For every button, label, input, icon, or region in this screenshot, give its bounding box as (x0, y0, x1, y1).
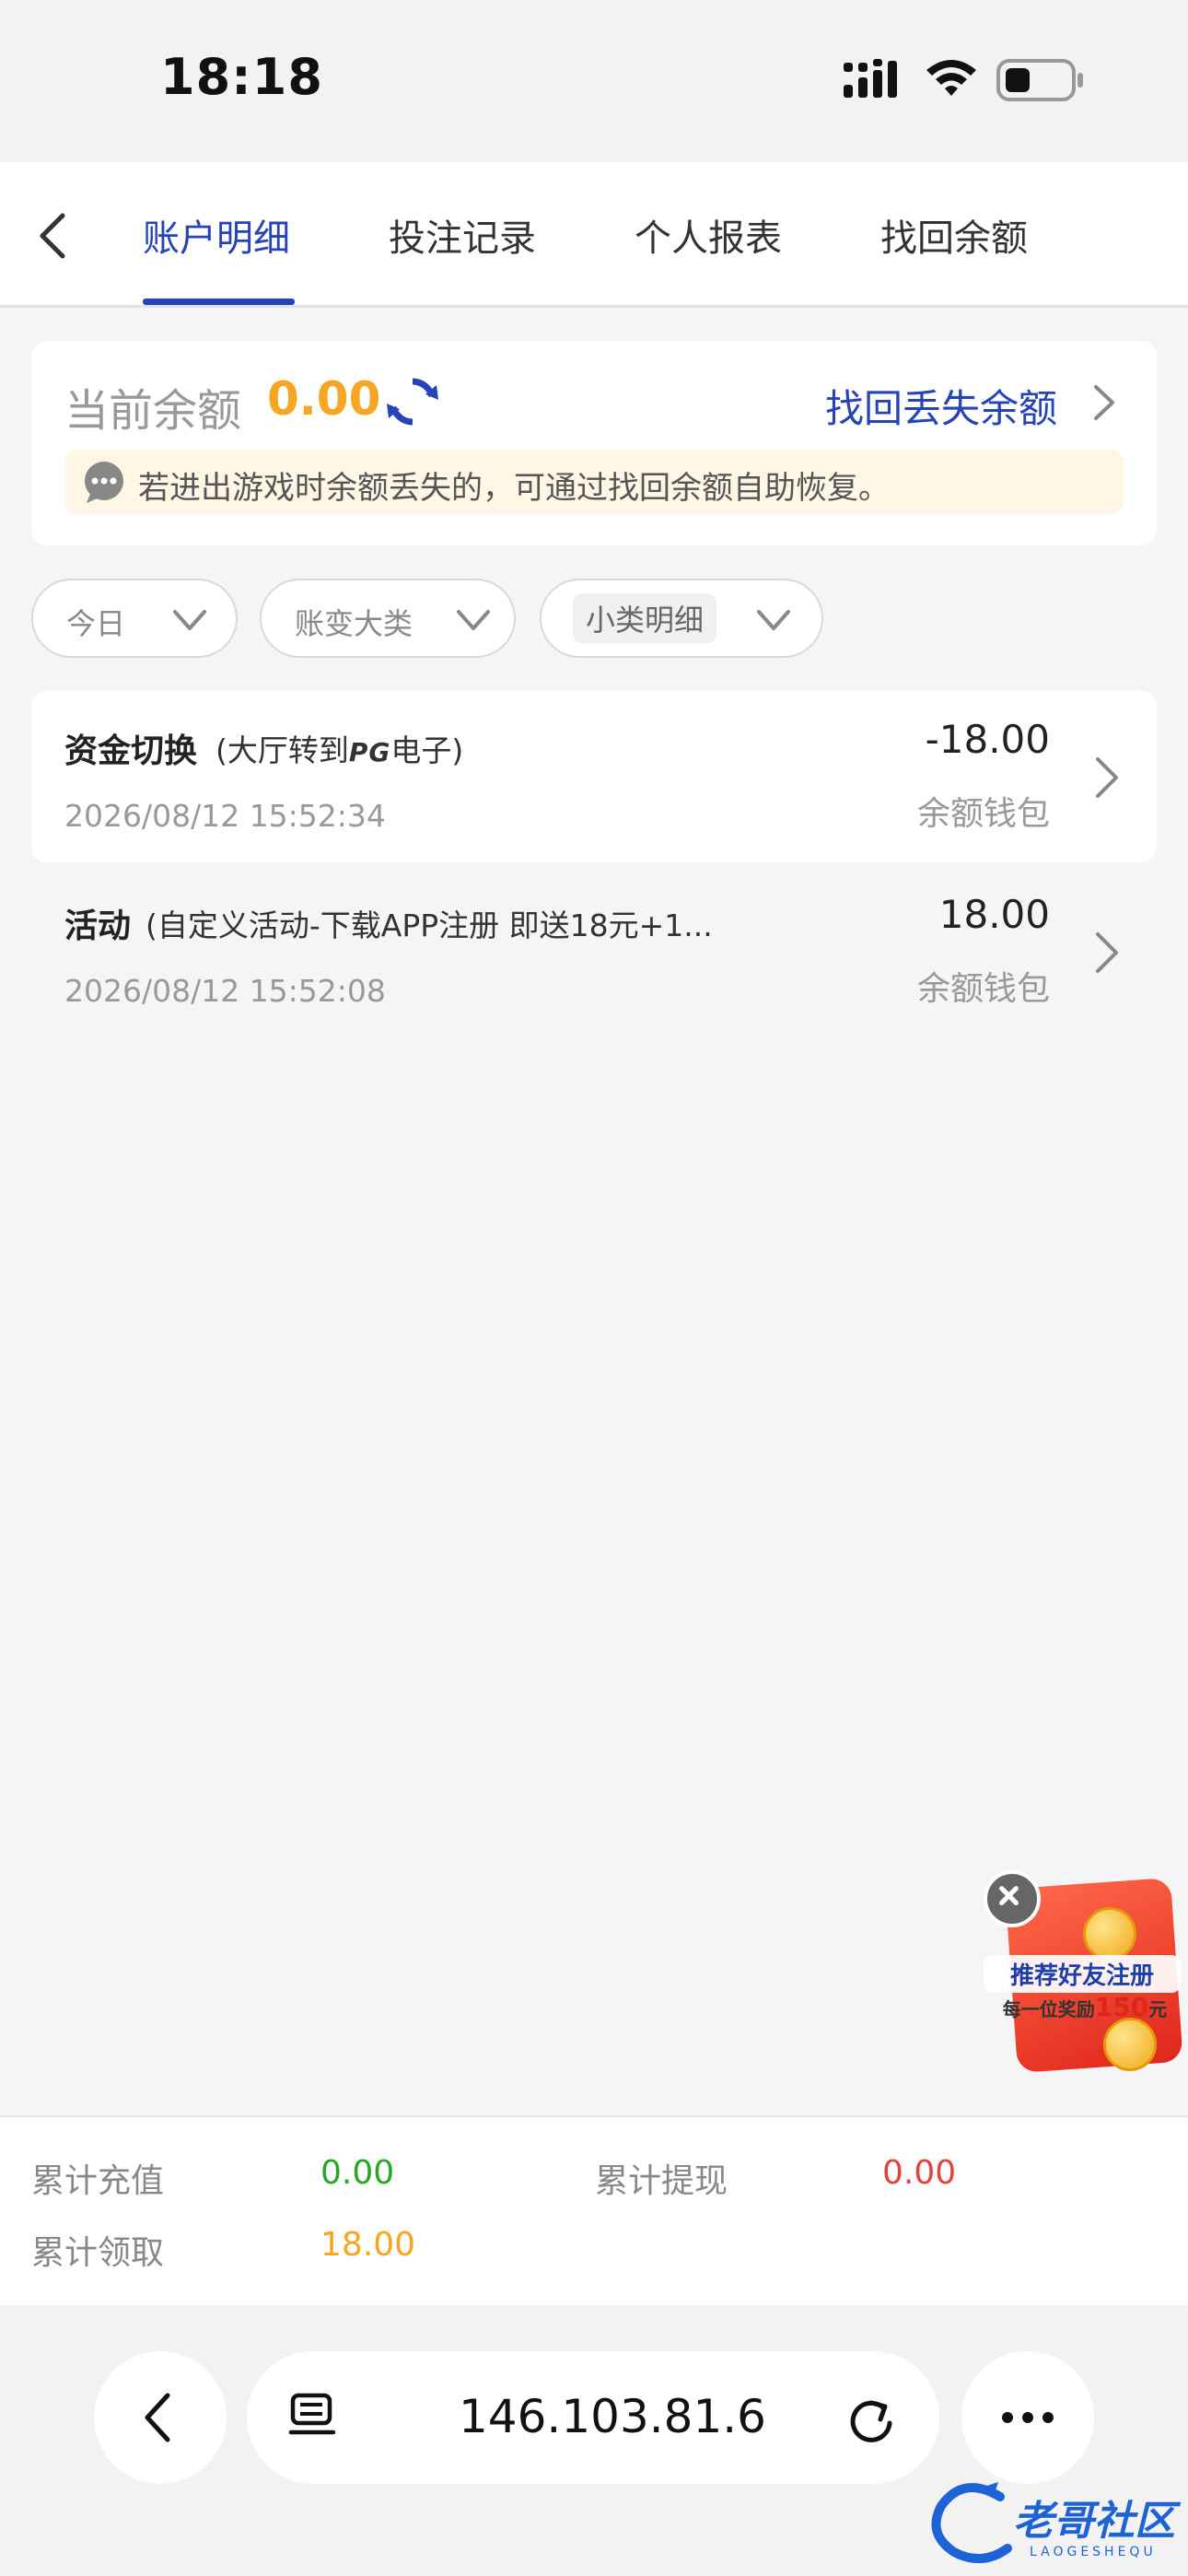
status-time: 18:18 (160, 48, 323, 106)
more-dots-icon (1002, 2412, 1054, 2423)
promo-subtitle-suffix: 元 (1148, 1998, 1168, 2020)
record-wallet: 余额钱包 (916, 970, 1050, 1008)
address-bar[interactable]: 146.103.81.6 (247, 2351, 939, 2484)
record-amount: 18.00 (938, 892, 1050, 937)
filter-subcategory[interactable]: 小类明细 (540, 579, 823, 658)
filter-category[interactable]: 账变大类 (260, 579, 516, 658)
filter-category-label: 账变大类 (295, 606, 413, 641)
promo-amount: 150 (1094, 1992, 1149, 2022)
record-subtitle-suffix: 电子) (390, 732, 464, 768)
tab-header: 账户明细 投注记录 个人报表 找回余额 (0, 162, 1188, 308)
chevron-down-icon (173, 610, 206, 630)
cellular-signal-icon (844, 59, 897, 98)
filter-date[interactable]: 今日 (31, 579, 238, 658)
watermark-logo: 老哥社区 LAOGESHEQU (921, 2475, 1188, 2576)
promo-subtitle: 每一位奖励150元 (989, 1992, 1181, 2022)
record-title: 资金切换 (64, 732, 198, 770)
refresh-icon[interactable] (385, 374, 440, 429)
notice-text: 若进出游戏时余额丢失的，可通过找回余额自助恢复。 (138, 470, 890, 507)
pg-logo: PG (348, 737, 391, 767)
tab-bet-records[interactable]: 投注记录 (389, 208, 536, 262)
chevron-left-icon (145, 2393, 170, 2442)
record-amount: -18.00 (925, 717, 1050, 762)
summary-footer: 累计充值 0.00 累计提现 0.00 累计领取 18.00 (0, 2115, 1188, 2305)
balance-label: 当前余额 (64, 385, 242, 437)
referral-promo-badge[interactable]: 推荐好友注册 每一位奖励150元 (984, 1870, 1183, 2082)
watermark-subtext: LAOGESHEQU (1030, 2545, 1157, 2559)
tab-personal-report[interactable]: 个人报表 (635, 208, 782, 262)
record-subtitle: (自定义活动-下载APP注册 即送18元+1... (146, 907, 713, 943)
filter-subcategory-label: 小类明细 (573, 593, 717, 643)
record-row[interactable]: 资金切换 (大厅转到PG电子) 2026/08/12 15:52:34 -18.… (31, 691, 1157, 862)
status-bar: 18:18 (0, 0, 1188, 162)
record-time: 2026/08/12 15:52:34 (64, 798, 386, 834)
coin-graphic (1103, 2018, 1157, 2071)
total-withdraw-label: 累计提现 (595, 2162, 728, 2200)
promo-title: 推荐好友注册 (984, 1955, 1181, 1993)
total-deposit-value: 0.00 (320, 2154, 395, 2192)
browser-back-button[interactable] (94, 2351, 227, 2484)
promo-subtitle-prefix: 每一位奖励 (1002, 1998, 1095, 2020)
coin-graphic (1083, 1907, 1136, 1961)
balance-notice: 若进出游戏时余额丢失的，可通过找回余额自助恢复。 (64, 450, 1124, 514)
record-subtitle: (大厅转到PG电子) (215, 726, 463, 770)
close-icon[interactable] (984, 1870, 1041, 1927)
record-wallet: 余额钱包 (916, 795, 1050, 833)
record-time: 2026/08/12 15:52:08 (64, 973, 386, 1009)
battery-icon (996, 59, 1083, 101)
watermark-text: 老哥社区 (1013, 2498, 1175, 2545)
browser-more-button[interactable] (961, 2351, 1094, 2484)
balance-value: 0.00 (267, 372, 381, 426)
total-claim-value: 18.00 (320, 2226, 416, 2264)
total-withdraw-value: 0.00 (882, 2154, 957, 2192)
chevron-right-icon (1096, 932, 1118, 973)
reload-icon[interactable] (844, 2392, 899, 2447)
tabs-icon[interactable] (287, 2392, 339, 2443)
filter-date-label: 今日 (66, 606, 126, 641)
tab-recover-balance[interactable]: 找回余额 (880, 208, 1028, 262)
active-tab-indicator (143, 299, 295, 305)
record-subtitle-prefix: (大厅转到 (215, 732, 349, 768)
dragon-logo-icon (931, 2482, 1012, 2563)
total-claim-label: 累计领取 (31, 2234, 165, 2272)
chevron-right-icon[interactable] (1087, 380, 1120, 426)
recover-lost-balance-link[interactable]: 找回丢失余额 (825, 378, 1057, 434)
total-deposit-label: 累计充值 (31, 2162, 165, 2200)
chevron-down-icon (757, 610, 790, 630)
url-text[interactable]: 146.103.81.6 (459, 2390, 766, 2443)
chat-bubble-icon (85, 462, 123, 503)
record-title: 活动 (64, 907, 132, 945)
balance-card: 当前余额 0.00 找回丢失余额 若进出游戏时余额丢失的，可通过找回余额自助恢复… (31, 341, 1157, 545)
record-row[interactable]: 活动 (自定义活动-下载APP注册 即送18元+1... 2026/08/12 … (31, 866, 1157, 1037)
chevron-down-icon (457, 610, 490, 630)
chevron-right-icon (1096, 757, 1118, 798)
tab-account-detail[interactable]: 账户明细 (143, 208, 290, 262)
back-chevron-icon[interactable] (28, 199, 83, 273)
wifi-icon (926, 60, 976, 96)
